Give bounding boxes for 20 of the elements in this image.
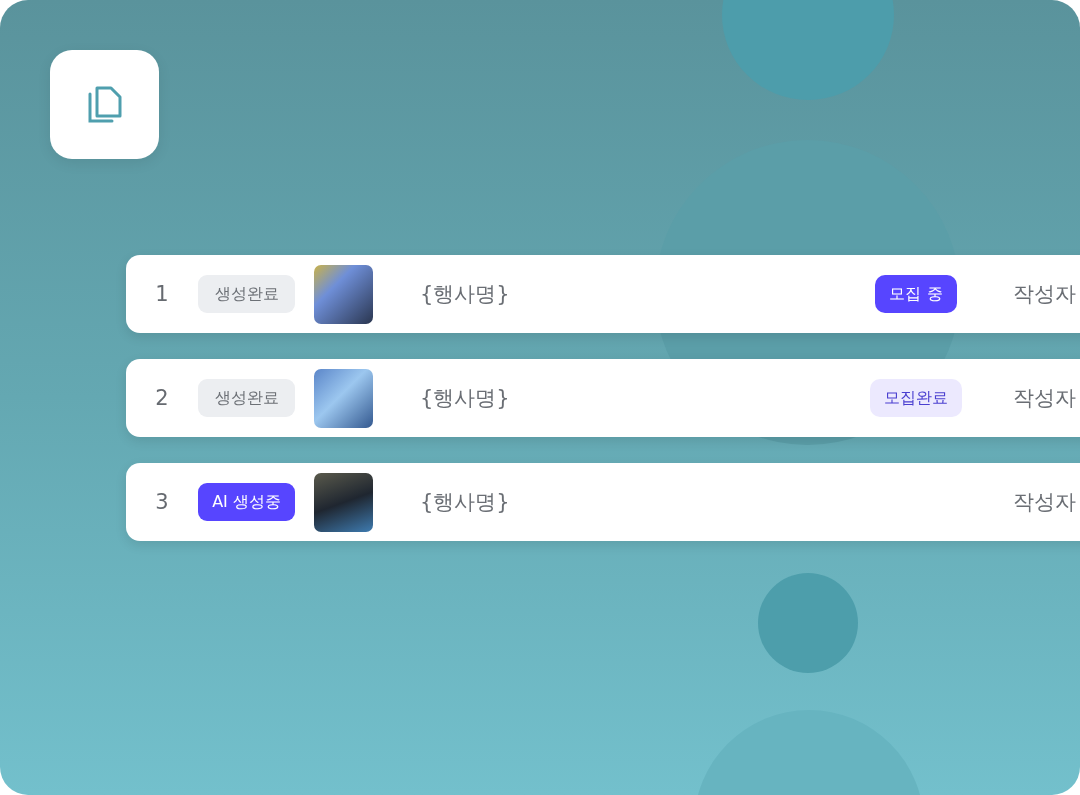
row-number: 1 bbox=[154, 282, 170, 306]
recruit-status-badge: 모집 중 bbox=[875, 275, 957, 313]
author-name: 작성자 bbox=[1013, 385, 1077, 412]
author-name: 작성자 bbox=[1013, 489, 1077, 516]
event-title: {행사명} bbox=[420, 489, 511, 516]
row-number: 2 bbox=[154, 386, 170, 410]
list-row[interactable]: 3 AI 생성중 {행사명} 작성자 bbox=[126, 463, 1080, 541]
photo-placeholder bbox=[314, 472, 373, 532]
row-number: 3 bbox=[154, 490, 170, 514]
status-badge: 생성완료 bbox=[198, 379, 295, 417]
list-row[interactable]: 1 생성완료 {행사명} 모집 중 작성자 bbox=[126, 255, 1080, 333]
status-badge: AI 생성중 bbox=[198, 483, 295, 521]
recruit-status-badge: 모집완료 bbox=[870, 379, 962, 417]
status-badge: 생성완료 bbox=[198, 275, 295, 313]
event-title: {행사명} bbox=[420, 385, 511, 412]
list-row[interactable]: 2 생성완료 {행사명} 모집완료 작성자 bbox=[126, 359, 1080, 437]
photo-placeholder bbox=[314, 368, 373, 428]
photo-placeholder bbox=[314, 264, 373, 324]
event-title: {행사명} bbox=[420, 281, 511, 308]
author-name: 작성자 bbox=[1013, 281, 1077, 308]
